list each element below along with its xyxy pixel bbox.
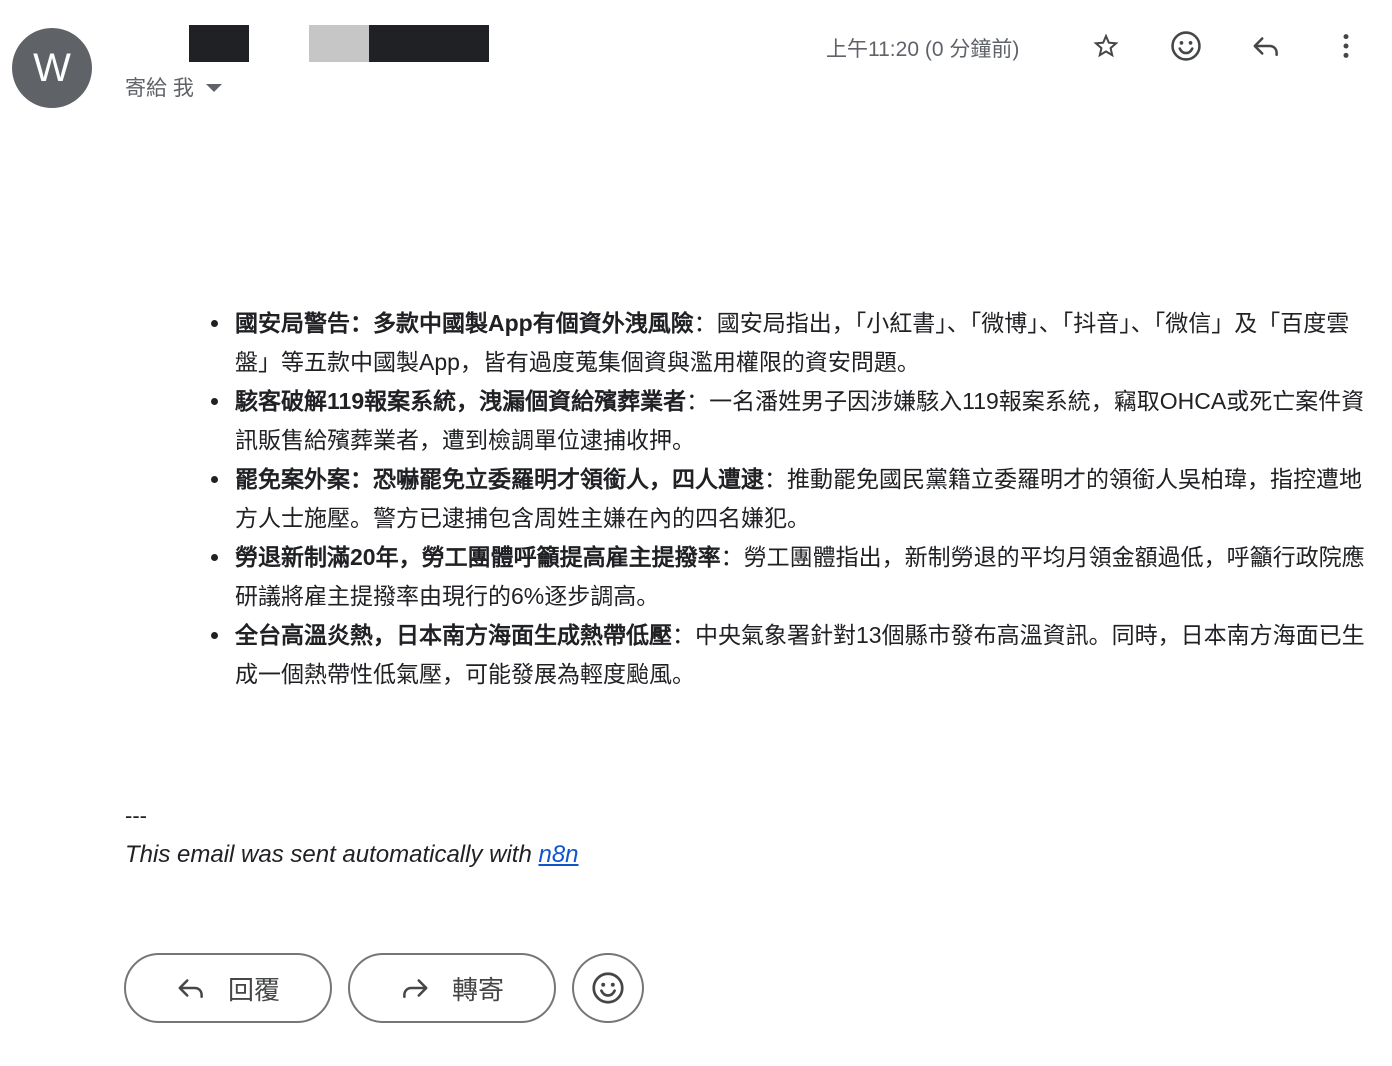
reply-icon xyxy=(178,979,203,998)
email-body-list: 國安局警告：多款中國製App有個資外洩風險：國安局指出，「小紅書」、「微博」、「… xyxy=(211,304,1365,694)
redacted-sender-name xyxy=(189,25,249,62)
list-item: 國安局警告：多款中國製App有個資外洩風險：國安局指出，「小紅書」、「微博」、「… xyxy=(211,304,1365,382)
emoji-reaction-button[interactable] xyxy=(572,953,644,1023)
redacted-sender-email-part xyxy=(309,25,369,62)
signature-line: This email was sent automatically with n… xyxy=(125,841,579,869)
star-icon xyxy=(1093,33,1119,58)
chevron-down-icon xyxy=(205,84,222,92)
reply-button[interactable]: 回覆 xyxy=(124,953,332,1023)
star-button[interactable] xyxy=(1086,26,1126,66)
n8n-link[interactable]: n8n xyxy=(538,841,578,868)
signature-text: This email was sent automatically with xyxy=(125,841,539,868)
item-title: 駭客破解119報案系統，洩漏個資給殯葬業者 xyxy=(235,388,687,414)
reply-icon xyxy=(1253,37,1278,56)
more-options-button[interactable] xyxy=(1326,26,1366,66)
list-item: 罷免案外案：恐嚇罷免立委羅明才領銜人，四人遭逮：推動罷免國民黨籍立委羅明才的領銜… xyxy=(211,460,1365,538)
more-vert-icon xyxy=(1343,34,1349,58)
list-item: 勞退新制滿20年，勞工團體呼籲提高雇主提撥率：勞工團體指出，新制勞退的平均月領金… xyxy=(211,538,1365,616)
item-title: 全台高溫炎熱，日本南方海面生成熱帶低壓 xyxy=(235,622,672,648)
item-title: 罷免案外案：恐嚇罷免立委羅明才領銜人，四人遭逮 xyxy=(235,466,764,492)
forward-button-label: 轉寄 xyxy=(451,974,504,1005)
list-item: 駭客破解119報案系統，洩漏個資給殯葬業者：一名潘姓男子因涉嫌駭入119報案系統… xyxy=(211,382,1365,460)
sender-avatar[interactable]: W xyxy=(12,28,92,108)
recipient-label: 寄給 我 xyxy=(125,77,194,100)
forward-button[interactable]: 轉寄 xyxy=(348,953,556,1023)
emoji-icon xyxy=(1171,31,1201,61)
list-item: 全台高溫炎熱，日本南方海面生成熱帶低壓：中央氣象署針對13個縣市發布高溫資訊。同… xyxy=(211,616,1365,694)
item-title: 勞退新制滿20年，勞工團體呼籲提高雇主提撥率 xyxy=(235,544,721,570)
signature-separator: --- xyxy=(125,803,147,828)
reply-header-button[interactable] xyxy=(1246,26,1286,66)
reply-button-label: 回覆 xyxy=(227,974,280,1005)
item-title: 國安局警告：多款中國製App有個資外洩風險 xyxy=(235,310,694,336)
redacted-sender-email xyxy=(369,25,489,62)
forward-icon xyxy=(403,979,428,998)
email-timestamp: 上午11:20 (0 分鐘前) xyxy=(826,38,1020,61)
emoji-icon xyxy=(592,972,624,1004)
add-reaction-button[interactable] xyxy=(1166,26,1206,66)
recipient-details-toggle[interactable]: 寄給 我 xyxy=(125,72,222,102)
